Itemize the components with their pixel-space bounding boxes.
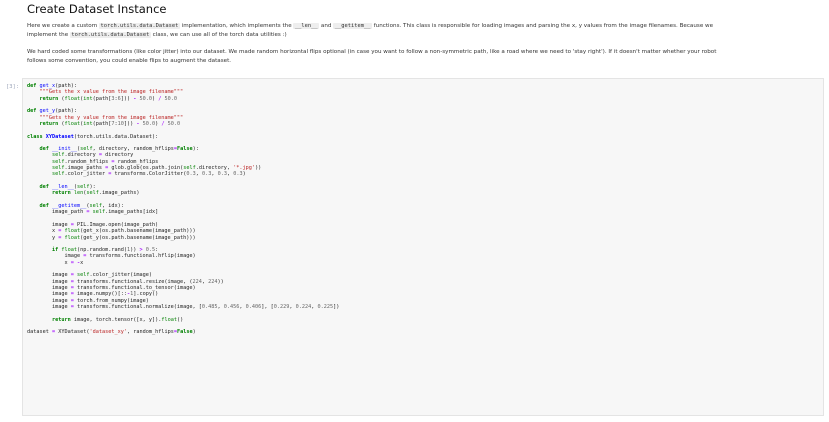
inline-code-getitem: __getitem__ [333, 23, 372, 29]
para1-text-1: Here we create a custom [27, 23, 99, 29]
transforms-paragraph: We hard coded some transformations (like… [27, 48, 822, 65]
intro-paragraph: Here we create a custom torch.utils.data… [27, 22, 822, 39]
inline-code-len: __len__ [293, 23, 320, 29]
section-heading: Create Dataset Instance [27, 2, 167, 16]
para1-text-2: implementation, which implements the [179, 23, 294, 29]
para1-text-6: class, we can use all of the torch data … [150, 31, 287, 38]
para1-text-3: and [319, 23, 334, 29]
code-editor[interactable]: def get_x(path): """Gets the x value fro… [27, 83, 339, 336]
code-cell[interactable]: def get_x(path): """Gets the x value fro… [22, 78, 824, 416]
inline-code-dataset-2: torch.utils.data.Dataset [69, 31, 151, 38]
para1-text-5: implement the [27, 31, 70, 38]
inline-code-dataset: torch.utils.data.Dataset [98, 23, 180, 29]
para2-line-2: follows some convention, you could enabl… [27, 57, 232, 64]
para1-text-4: functions. This class is responsible for… [371, 23, 714, 29]
para2-line-1: We hard coded some transformations (like… [27, 49, 717, 55]
cell-execution-count: [3]: [6, 84, 19, 90]
